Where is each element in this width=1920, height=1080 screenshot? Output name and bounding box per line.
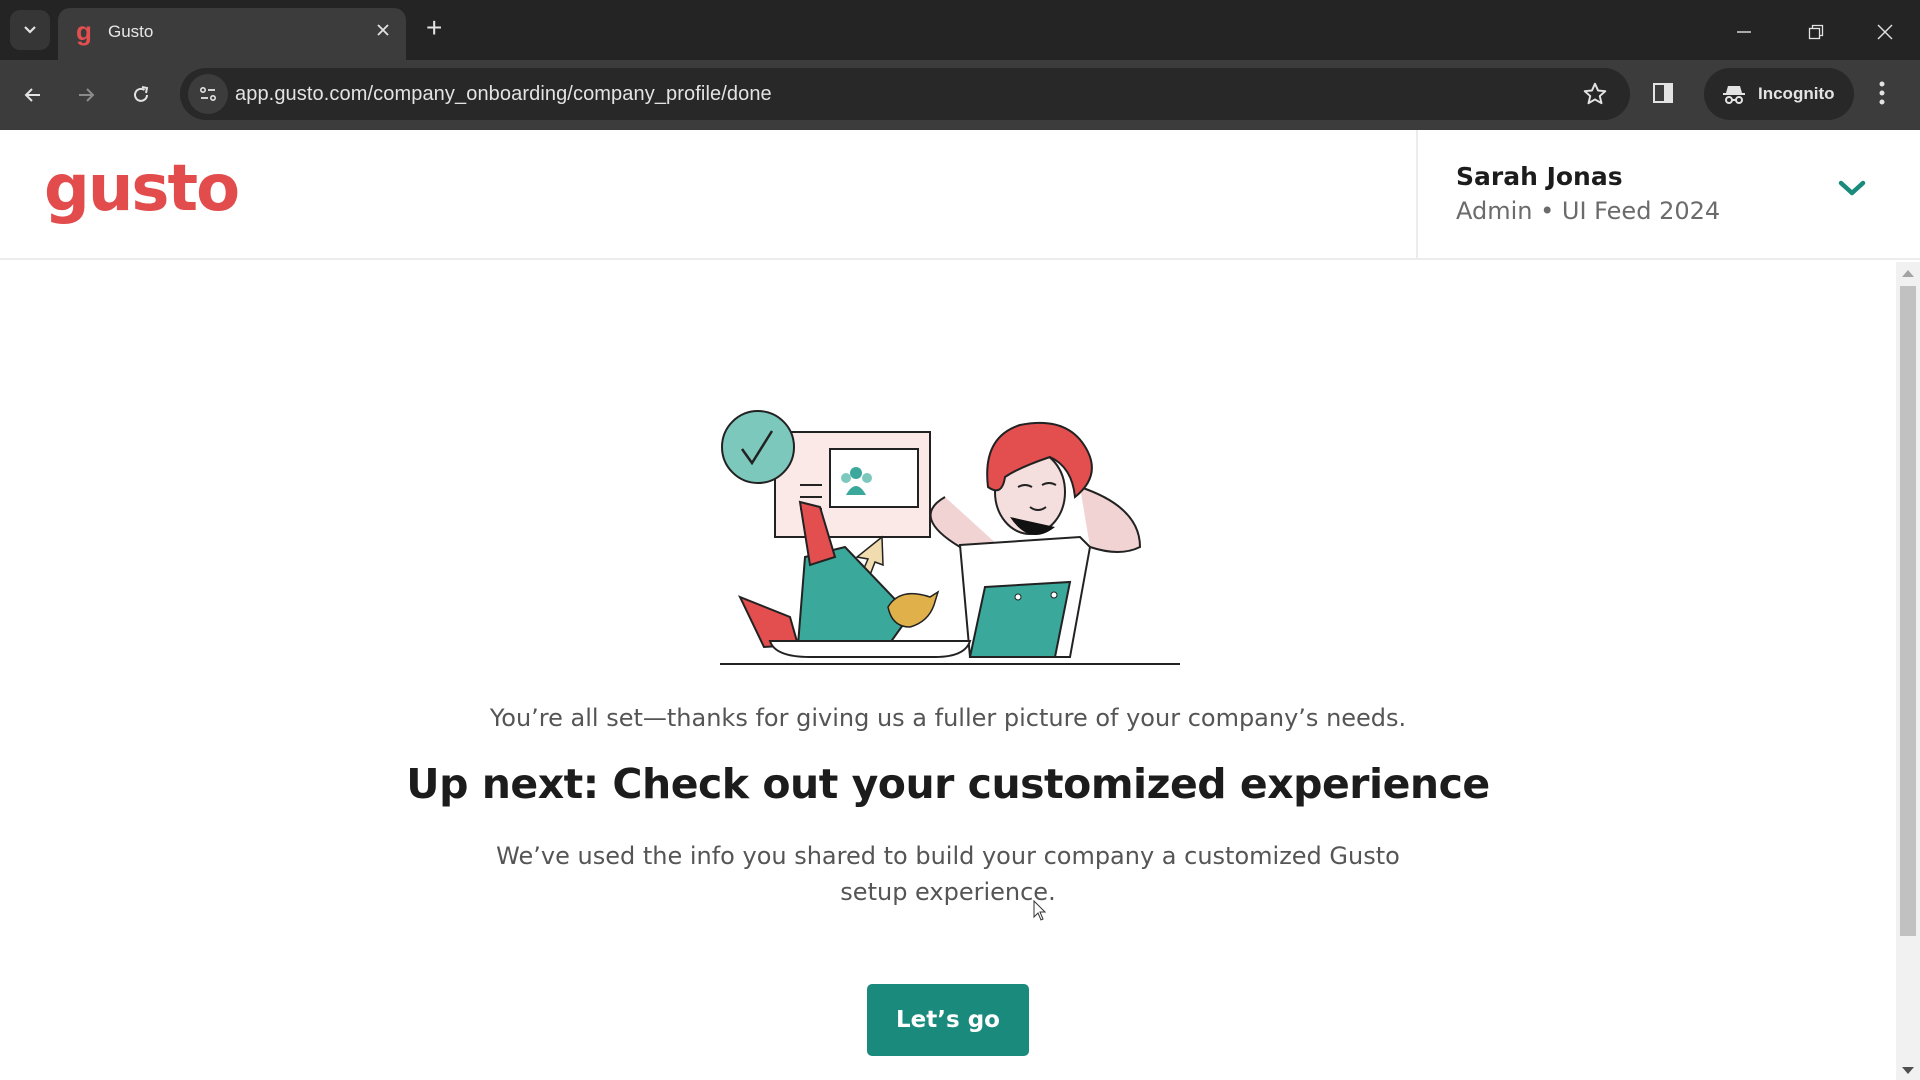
reload-icon [134, 86, 149, 102]
chevron-down-icon [24, 26, 36, 34]
chevron-down-icon[interactable] [1838, 180, 1866, 203]
tab-close-icon[interactable] [376, 20, 390, 43]
scroll-up-arrow-icon[interactable] [1902, 270, 1914, 277]
back-button[interactable] [16, 78, 50, 112]
side-panel-icon[interactable] [1652, 82, 1674, 109]
user-role-company: Admin • UI Feed 2024 [1456, 197, 1721, 225]
gusto-logo[interactable]: gusto [44, 152, 240, 226]
app-header: gusto Sarah Jonas Admin • UI Feed 2024 [0, 130, 1920, 260]
address-bar[interactable]: app.gusto.com/company_onboarding/company… [180, 68, 1630, 120]
browser-toolbar: app.gusto.com/company_onboarding/company… [0, 60, 1920, 130]
mouse-cursor-icon [1033, 899, 1047, 927]
arrow-right-icon [79, 88, 95, 102]
user-menu[interactable]: Sarah Jonas Admin • UI Feed 2024 [1416, 130, 1920, 258]
forward-button[interactable] [69, 78, 103, 112]
incognito-icon [1723, 86, 1745, 104]
tune-icon [199, 86, 217, 102]
lets-go-button[interactable]: Let’s go [867, 984, 1029, 1056]
page-description: We’ve used the info you shared to build … [496, 842, 1400, 906]
url-text[interactable]: app.gusto.com/company_onboarding/company… [235, 83, 772, 106]
page-heading: Up next: Check out your customized exper… [406, 760, 1490, 808]
site-info-button[interactable] [188, 74, 228, 114]
minimize-icon[interactable] [1736, 18, 1752, 44]
restore-icon[interactable] [1808, 20, 1824, 46]
page-scrollbar[interactable] [1896, 262, 1920, 1080]
tab-search-button[interactable] [10, 10, 50, 50]
completion-message: You’re all set—thanks for giving us a fu… [489, 704, 1407, 732]
reload-button[interactable] [124, 78, 158, 112]
close-window-icon[interactable] [1877, 20, 1893, 46]
browser-titlebar: g Gusto + [0, 0, 1920, 60]
new-tab-button[interactable]: + [426, 14, 442, 42]
bookmark-star-icon[interactable] [1582, 81, 1608, 112]
browser-menu-icon[interactable] [1878, 80, 1886, 111]
relaxing-person-illustration [720, 410, 1180, 665]
gusto-favicon-icon: g [76, 16, 92, 46]
main-content: You’re all set—thanks for giving us a fu… [0, 262, 1896, 1080]
incognito-badge[interactable]: Incognito [1704, 68, 1854, 120]
browser-tab-active[interactable]: g Gusto [58, 8, 406, 60]
arrow-left-icon [24, 88, 40, 102]
scroll-down-arrow-icon[interactable] [1902, 1067, 1914, 1074]
user-name: Sarah Jonas [1456, 162, 1623, 191]
tab-title: Gusto [108, 22, 154, 41]
scroll-thumb[interactable] [1900, 286, 1916, 936]
incognito-label: Incognito [1758, 84, 1835, 103]
